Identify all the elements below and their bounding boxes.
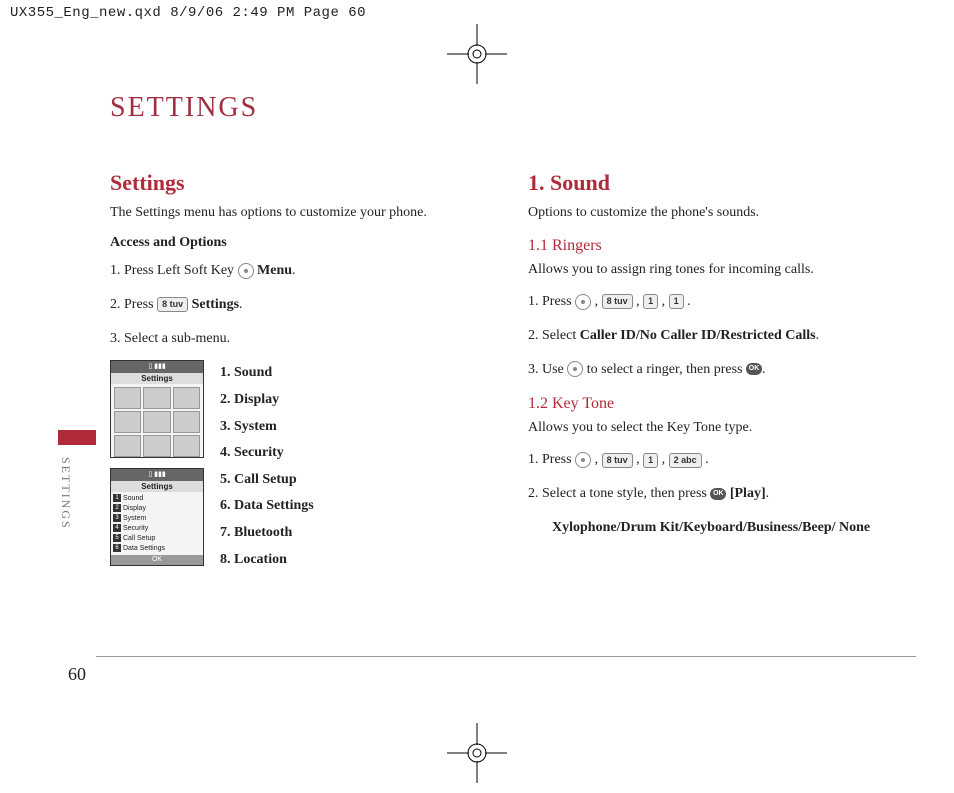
phone-list-item: 6Data Settings	[113, 543, 201, 553]
phone-grid-icon	[143, 387, 170, 409]
sound-intro: Options to customize the phone's sounds.	[528, 202, 888, 223]
tone-options: Xylophone/Drum Kit/Keyboard/Business/Bee…	[552, 516, 888, 540]
ringers-intro: Allows you to assign ring tones for inco…	[528, 259, 888, 280]
step-2-text: 2. Press	[110, 297, 157, 312]
section-keytone: 1.2 Key Tone	[528, 395, 888, 413]
phone-grid-icon	[114, 435, 141, 457]
phone-grid-icon	[114, 387, 141, 409]
submenu-item: 5. Call Setup	[220, 467, 314, 494]
text: 2. Select a tone style, then press	[528, 486, 710, 501]
phone-screen-list: ▯ ▮▮▮ Settings 1Sound 2Display 3System 4…	[110, 468, 204, 566]
phone-list-item: 4Security	[113, 523, 201, 533]
submenu-list: 1. Sound 2. Display 3. System 4. Securit…	[220, 360, 314, 573]
keytone-step-1: 1. Press , 8 tuv , 1 , 2 abc .	[528, 448, 888, 472]
play-label: [Play]	[730, 486, 766, 501]
section-settings: Settings	[110, 170, 470, 196]
submenu-item: 3. System	[220, 414, 314, 441]
dot: .	[292, 263, 296, 278]
phone-list-item: 3System	[113, 513, 201, 523]
step-2: 2. Press 8 tuv Settings.	[110, 293, 470, 317]
text: 1. Press	[528, 452, 575, 467]
key-1-icon: 1	[669, 294, 684, 309]
keytone-step-2: 2. Select a tone style, then press OK [P…	[528, 482, 888, 506]
nav-key-icon	[238, 263, 254, 279]
nav-key-icon	[567, 361, 583, 377]
phone-list-item: 1Sound	[113, 493, 201, 503]
key-2abc-icon: 2 abc	[669, 453, 702, 468]
text: 1. Press	[528, 294, 575, 309]
nav-key-icon	[575, 452, 591, 468]
side-tab-label: SETTINGS	[58, 451, 73, 530]
phone-screenshots: ▯ ▮▮▮ Settings ▯ ▮▮▮ Settings 1Sound	[110, 360, 204, 573]
phone-status-bar: ▯ ▮▮▮	[111, 361, 203, 373]
phone-status-bar: ▯ ▮▮▮	[111, 469, 203, 481]
phone-screen-icons: ▯ ▮▮▮ Settings	[110, 360, 204, 458]
comma: ,	[591, 294, 602, 309]
menu-label: Menu	[257, 263, 292, 278]
nav-key-icon	[575, 294, 591, 310]
comma: ,	[658, 294, 669, 309]
section-sound: 1. Sound	[528, 170, 888, 196]
phone-title: Settings	[111, 481, 203, 492]
section-ringers: 1.1 Ringers	[528, 237, 888, 255]
footer-rule	[96, 656, 916, 657]
phone-list-item: 5Call Setup	[113, 533, 201, 543]
text: 2. Select	[528, 328, 580, 343]
side-tab: SETTINGS	[58, 430, 96, 530]
dot: .	[684, 294, 691, 309]
phone-grid-icon	[173, 435, 200, 457]
dot: .	[766, 486, 770, 501]
phone-grid-icon	[143, 435, 170, 457]
phone-list-item: 2Display	[113, 503, 201, 513]
caller-options: Caller ID/No Caller ID/Restricted Calls	[580, 328, 816, 343]
submenu-item: 1. Sound	[220, 360, 314, 387]
key-8tuv-icon: 8 tuv	[602, 453, 633, 468]
ringers-step-3: 3. Use to select a ringer, then press OK…	[528, 358, 888, 382]
submenu-item: 6. Data Settings	[220, 493, 314, 520]
side-tab-color	[58, 430, 96, 445]
submenu-item: 2. Display	[220, 387, 314, 414]
step-1: 1. Press Left Soft Key Menu.	[110, 259, 470, 283]
dot: .	[702, 452, 709, 467]
phone-grid-icon	[173, 411, 200, 433]
key-1-icon: 1	[643, 294, 658, 309]
settings-intro: The Settings menu has options to customi…	[110, 202, 470, 223]
submenu-item: 4. Security	[220, 440, 314, 467]
key-1-icon: 1	[643, 453, 658, 468]
step-3: 3. Select a sub-menu.	[110, 327, 470, 351]
phone-title: Settings	[111, 373, 203, 384]
ringers-step-2: 2. Select Caller ID/No Caller ID/Restric…	[528, 324, 888, 348]
ok-key-icon: OK	[746, 363, 762, 375]
step-1-text: 1. Press Left Soft Key	[110, 263, 238, 278]
phone-grid-icon	[143, 411, 170, 433]
keytone-intro: Allows you to select the Key Tone type.	[528, 417, 888, 438]
ok-key-icon: OK	[710, 488, 726, 500]
comma: ,	[633, 294, 644, 309]
crop-mark-top	[447, 24, 507, 84]
left-column: Settings The Settings menu has options t…	[110, 170, 470, 573]
submenu-item: 7. Bluetooth	[220, 520, 314, 547]
phone-grid-icon	[114, 411, 141, 433]
comma: ,	[658, 452, 669, 467]
comma: ,	[591, 452, 602, 467]
text: to select a ringer, then press	[587, 362, 746, 377]
phone-ok-softkey: OK	[111, 555, 203, 565]
comma: ,	[633, 452, 644, 467]
dot: .	[239, 297, 243, 312]
key-8tuv-icon: 8 tuv	[602, 294, 633, 309]
access-heading: Access and Options	[110, 235, 470, 251]
dot: .	[816, 328, 820, 343]
crop-mark-bottom	[447, 723, 507, 783]
phone-grid-icon	[173, 387, 200, 409]
settings-label: Settings	[192, 297, 239, 312]
dot: .	[762, 362, 766, 377]
key-8tuv-icon: 8 tuv	[157, 297, 188, 312]
ringers-step-1: 1. Press , 8 tuv , 1 , 1 .	[528, 290, 888, 314]
text: 3. Use	[528, 362, 567, 377]
page-number: 60	[68, 664, 86, 685]
right-column: 1. Sound Options to customize the phone'…	[528, 170, 888, 573]
slug-line: UX355_Eng_new.qxd 8/9/06 2:49 PM Page 60	[10, 5, 366, 21]
submenu-item: 8. Location	[220, 547, 314, 574]
page-title: SETTINGS	[110, 92, 910, 124]
